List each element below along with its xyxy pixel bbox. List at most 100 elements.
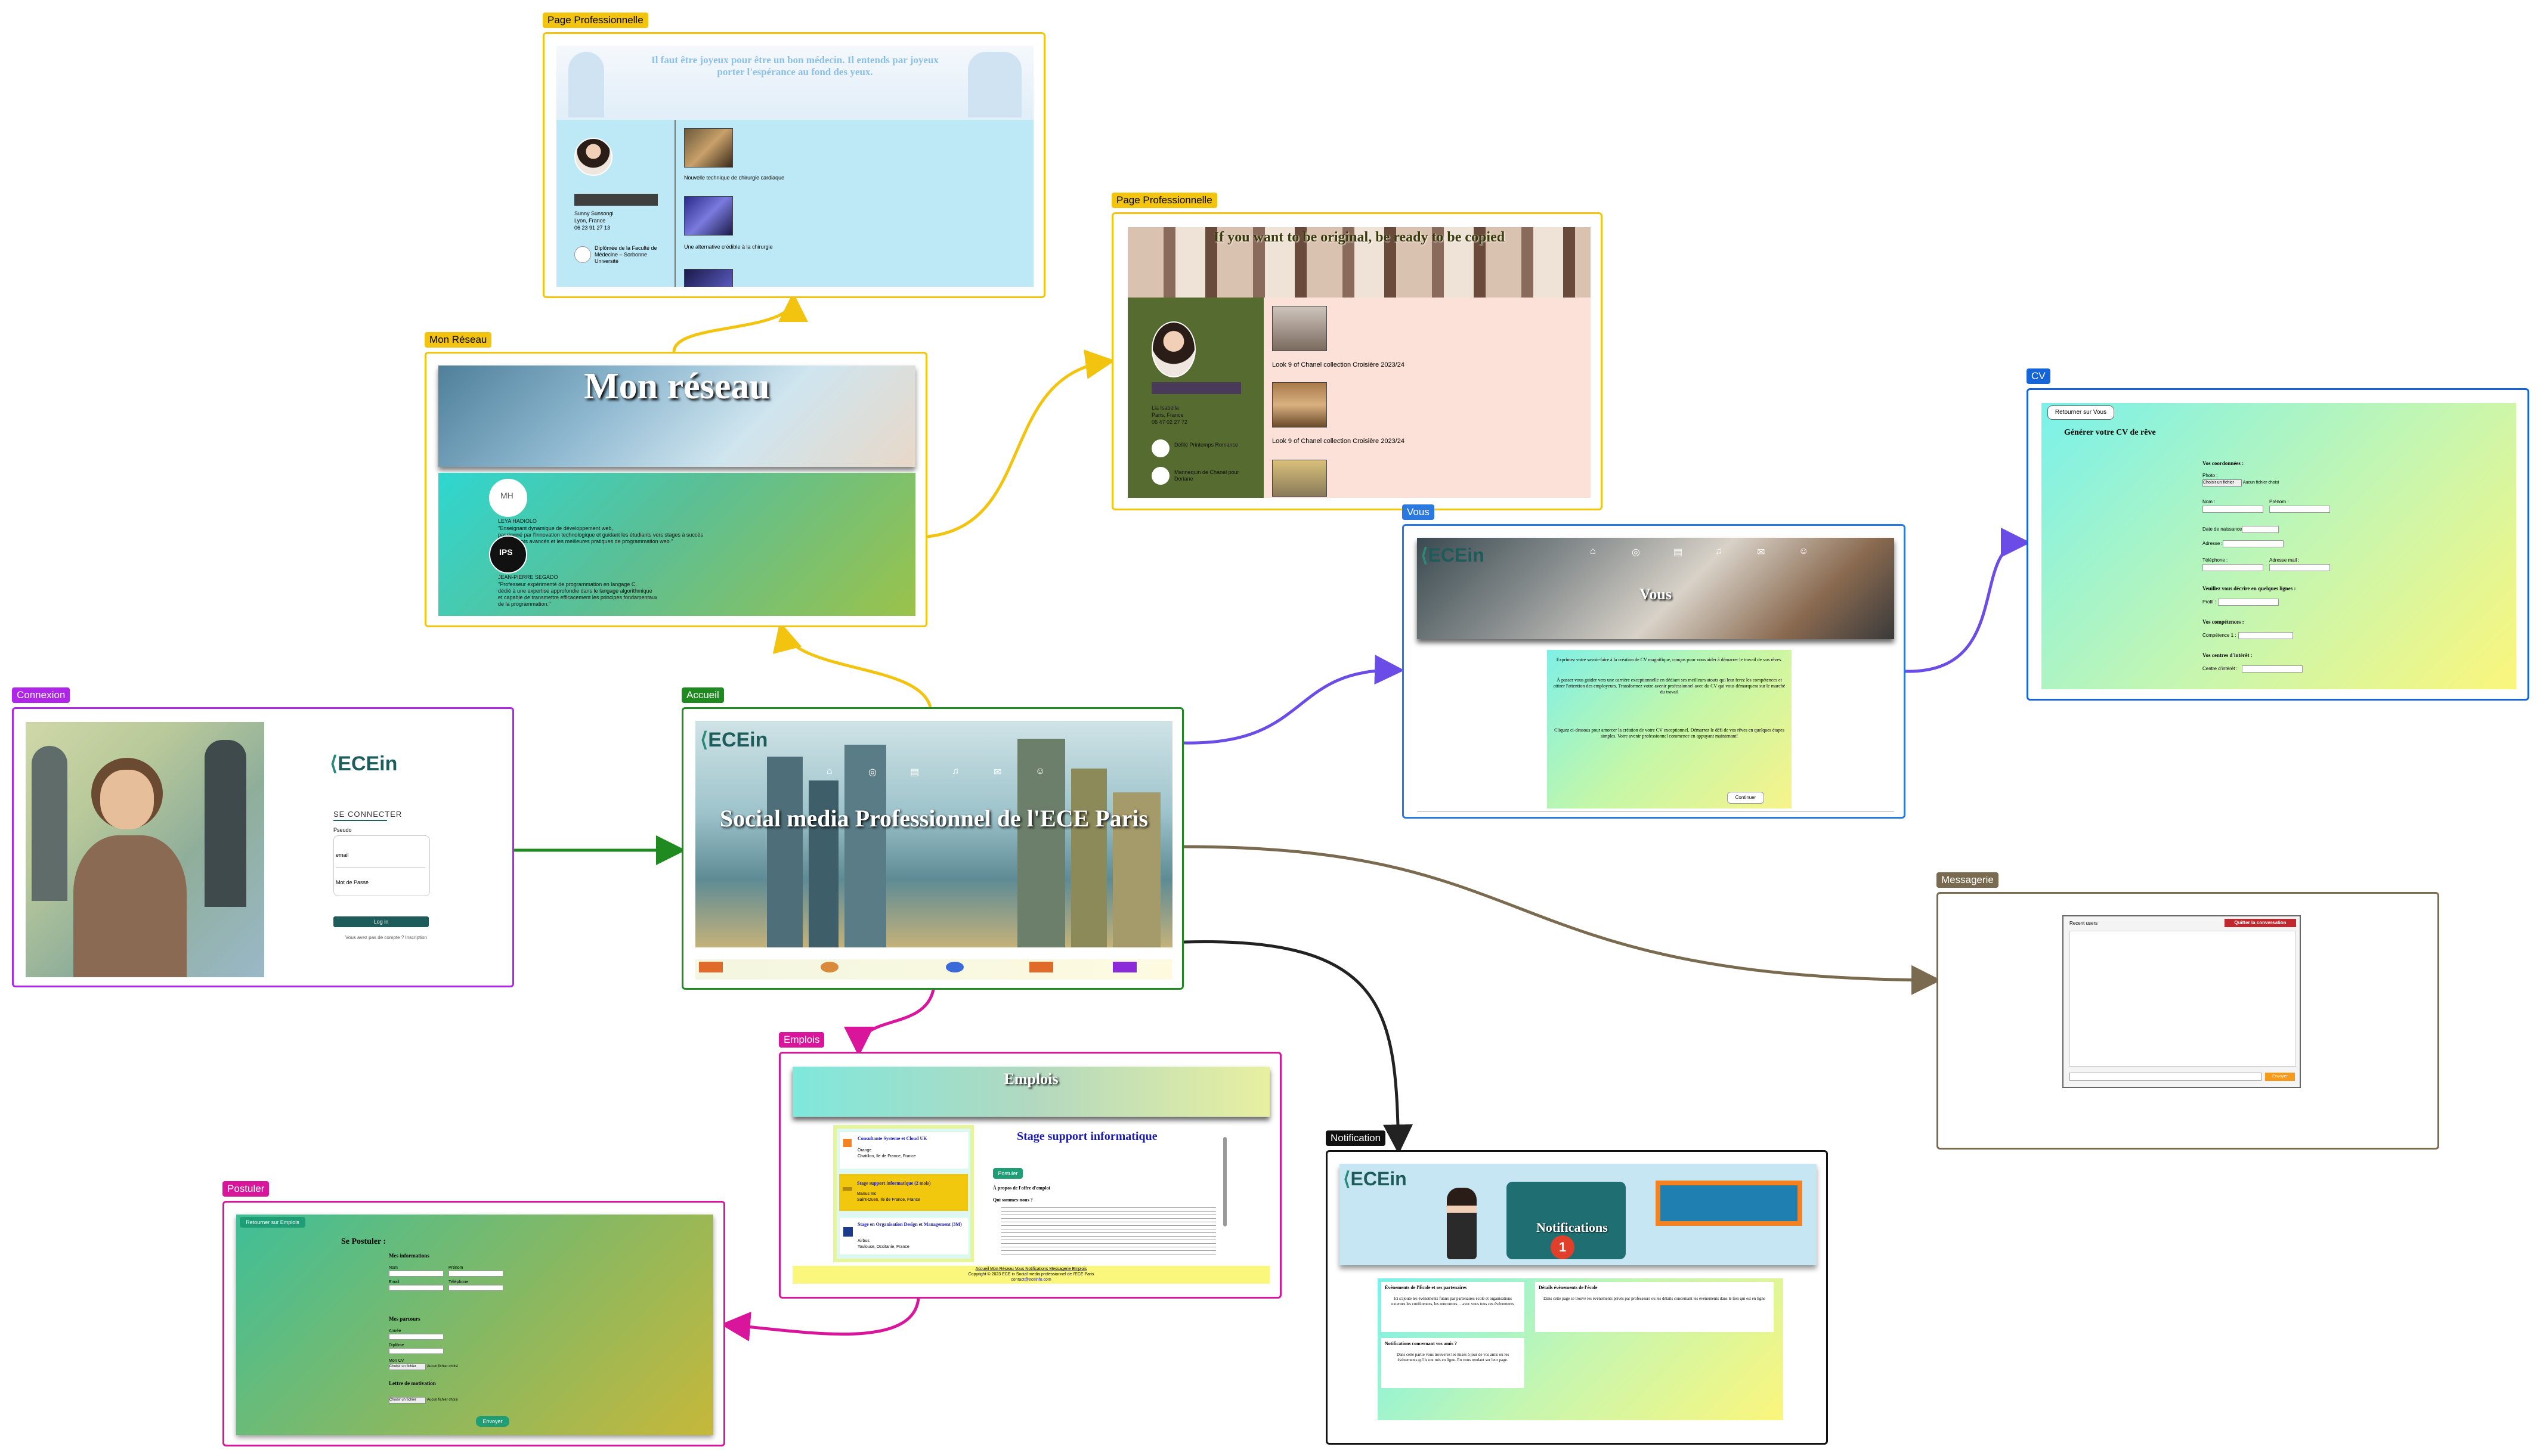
network-icon[interactable]: ◎: [1632, 546, 1640, 558]
postuler-motivation-none: Aucun fichier choisi: [427, 1398, 458, 1402]
vous-frame[interactable]: ⟨ECEin ⌂ ◎ ▤ ♫ ✉ ☺ Vous Exprimez votre s…: [1402, 524, 1905, 819]
notification-icon[interactable]: ♫: [1715, 546, 1722, 557]
network-icon[interactable]: ◎: [868, 766, 877, 778]
messagerie-send-button[interactable]: Envoyer: [2265, 1073, 2295, 1081]
cv-label: CV: [2027, 368, 2050, 384]
postuler-nom-input[interactable]: [389, 1271, 444, 1277]
cv-email-input[interactable]: [2269, 564, 2330, 571]
notification-card-2[interactable]: Détails événements de l'école Dans cette…: [1535, 1282, 1774, 1332]
notification-logo: ⟨ECEin: [1343, 1168, 1407, 1189]
post-1-image: [684, 128, 733, 168]
emplois-postuler-button[interactable]: Postuler: [993, 1168, 1023, 1179]
edge-accueil-emplois: [844, 989, 935, 1057]
cv-section-comp: Vos compétences :: [2202, 619, 2244, 625]
cv-profil-input[interactable]: [2218, 599, 2279, 606]
postuler-submit-button[interactable]: Envoyer: [476, 1416, 509, 1427]
profile-city: Lyon, France: [574, 218, 606, 224]
vous-text-2: À passer vous guider vers une carrière e…: [1553, 677, 1786, 695]
page-pro-1-sidebar: Sunny Sunsongi Lyon, France 06 23 91 27 …: [556, 120, 676, 287]
notification-cards: Événements de l'École et ses partenaires…: [1378, 1278, 1783, 1420]
postuler-prenom-input[interactable]: [448, 1271, 503, 1277]
connexion-heading-rule: [333, 820, 387, 821]
emplois-list: Consultante Systeme et Cloud UK Orange C…: [833, 1125, 974, 1262]
message-icon[interactable]: ✉: [1757, 546, 1765, 558]
connexion-frame[interactable]: ⟨ECEin SE CONNECTER Pseudo email Mot de …: [12, 707, 514, 987]
cv-adresse-input[interactable]: [2223, 540, 2284, 547]
accueil-frame[interactable]: ⟨ECEin ⌂ ◎ ▤ ♫ ✉ ☺ Social media Professi…: [682, 707, 1184, 990]
cv-competence-input[interactable]: [2238, 632, 2293, 639]
connexion-photo: [26, 722, 264, 977]
emplois-scrollbar[interactable]: [1223, 1137, 1227, 1226]
notification-card-1[interactable]: Événements de l'École et ses partenaires…: [1381, 1282, 1524, 1332]
cv-photo-label: Photo :: [2202, 473, 2218, 478]
cv-prenom-label: Prénom :: [2269, 499, 2289, 504]
home-icon[interactable]: ⌂: [1590, 546, 1596, 557]
notification-icon[interactable]: ♫: [952, 766, 959, 777]
notification-card-3-title: Notifications concernant vos amis ?: [1385, 1341, 1457, 1346]
postuler-motivation-file-button[interactable]: Choisir un fichier: [389, 1397, 426, 1404]
emplois-frame[interactable]: Emplois Consultante Systeme et Cloud UK …: [779, 1052, 1282, 1299]
flow-diagram-canvas: Connexion ⟨ECEin SE CONNECTER Pseudo ema…: [0, 0, 2540, 1456]
edge-reseau-pagepro1: [672, 292, 808, 352]
page-pro-1-frame[interactable]: Il faut être joyeux pour être un bon méd…: [543, 32, 1045, 298]
page-pro-1-banner: Il faut être joyeux pour être un bon méd…: [556, 46, 1034, 120]
notification-card-3[interactable]: Notifications concernant vos amis ? Dans…: [1381, 1338, 1524, 1388]
postuler-annee-input[interactable]: [389, 1334, 444, 1340]
cv-nom-label: Nom :: [2202, 499, 2216, 504]
notification-badge: 1: [1551, 1235, 1574, 1259]
postuler-cv-file-button[interactable]: Choisir un fichier: [389, 1364, 426, 1370]
postuler-diplome-input[interactable]: [389, 1348, 444, 1354]
notification-card-2-text: Dans cette page se trouve les événements…: [1543, 1296, 1766, 1301]
postuler-title: Se Postuler :: [341, 1237, 386, 1246]
messagerie-frame[interactable]: Recent users Quitter la conversation Env…: [1936, 892, 2439, 1150]
connexion-email-input[interactable]: [336, 860, 425, 868]
postuler-back-button[interactable]: Retourner sur Emplois: [240, 1217, 305, 1228]
cv-telephone-input[interactable]: [2202, 564, 2263, 571]
messagerie-input[interactable]: [2069, 1073, 2261, 1081]
emplois-footer: Accueil Mon Réseau Vous Notifications Me…: [793, 1266, 1270, 1284]
experience-1-icon: [1152, 439, 1170, 457]
jobs-icon[interactable]: ▤: [1673, 546, 1682, 558]
job-item-3[interactable]: Stage en Organisation Design et Manageme…: [839, 1217, 969, 1255]
profile-name-bar: [574, 194, 658, 206]
page-pro-2-frame[interactable]: If you want to be original, be ready to …: [1112, 212, 1602, 510]
profile-icon[interactable]: ☺: [1799, 546, 1808, 557]
notification-frame[interactable]: ⟨ECEin Notifications 1 Événements de l'É…: [1326, 1150, 1828, 1445]
edge-vous-cv: [1905, 528, 2031, 673]
cv-back-button[interactable]: Retourner sur Vous: [2047, 405, 2114, 420]
ece-logo-icon: ⟨: [1421, 544, 1428, 566]
profile-icon[interactable]: ☺: [1035, 766, 1045, 777]
mon-reseau-frame[interactable]: Mon réseau MH LEYA HADIOLO "Enseignant d…: [425, 352, 927, 627]
postuler-email-input[interactable]: [389, 1285, 444, 1291]
cv-naissance-input[interactable]: [2242, 526, 2279, 533]
cv-nom-input[interactable]: [2202, 506, 2263, 513]
job-2-title: Stage support informatique (2 mois): [857, 1181, 931, 1186]
vous-continue-button[interactable]: Continuer: [1727, 792, 1764, 804]
jobs-icon[interactable]: ▤: [910, 766, 919, 778]
cv-photo-file-button[interactable]: Choisir un fichier: [2202, 479, 2242, 487]
vous-text-3: Cliquez ci-dessous pour amorcer la créat…: [1554, 727, 1784, 739]
connexion-signup-link[interactable]: Vous avez pas de compte ? Inscription: [345, 934, 427, 941]
message-icon[interactable]: ✉: [994, 766, 1001, 778]
cv-prenom-input[interactable]: [2269, 506, 2330, 513]
emplois-footer-links[interactable]: Accueil Mon Réseau Vous Notifications Me…: [793, 1267, 1270, 1272]
postuler-telephone-input[interactable]: [448, 1285, 503, 1291]
messagerie-window: Recent users Quitter la conversation Env…: [2062, 915, 2301, 1088]
postuler-frame[interactable]: Retourner sur Emplois Se Postuler : Mes …: [222, 1201, 725, 1446]
emplois-contact[interactable]: contact@eceinfo.com: [793, 1278, 1270, 1282]
job-item-1[interactable]: Consultante Systeme et Cloud UK Orange C…: [839, 1131, 969, 1169]
job-item-2[interactable]: Stage support informatique (2 mois) Manu…: [839, 1174, 968, 1211]
messagerie-quit-button[interactable]: Quitter la conversation: [2225, 919, 2296, 927]
edge-accueil-reseau: [772, 621, 932, 708]
cv-interet-input[interactable]: [2242, 665, 2303, 673]
connexion-login-button[interactable]: Log in: [333, 916, 429, 927]
accueil-logo: ⟨ECEin: [700, 729, 768, 751]
contact-1-text: "Enseignant dynamique de développement w…: [498, 525, 703, 544]
profile-avatar: [1152, 321, 1196, 377]
contact-1-initials: MH: [500, 491, 513, 500]
page-pro-2-posts: Look 9 of Chanel collection Croisière 20…: [1264, 298, 1591, 498]
page-pro-2-sidebar: Lia Isabella Paris, France 06 47 02 27 7…: [1128, 298, 1264, 498]
connexion-password-input[interactable]: [336, 888, 425, 894]
home-icon[interactable]: ⌂: [827, 766, 833, 777]
cv-frame[interactable]: Retourner sur Vous Générer votre CV de r…: [2027, 388, 2529, 701]
